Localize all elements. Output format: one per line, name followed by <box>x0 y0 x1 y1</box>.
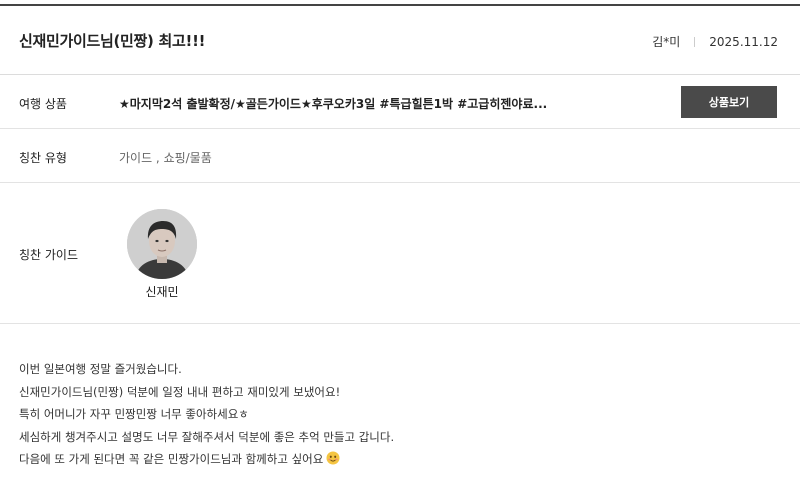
review-detail: 신재민가이드님(민짱) 최고!!! 김*미 2025.11.12 여행 상품 ★… <box>0 0 800 484</box>
review-date: 2025.11.12 <box>709 34 778 49</box>
view-product-button[interactable]: 상품보기 <box>681 86 777 118</box>
praise-type-value: 가이드 , 쇼핑/물품 <box>119 151 212 165</box>
body-line-4: 세심하게 챙겨주시고 설명도 너무 잘해주셔서 덕분에 좋은 추억 만들고 갑니… <box>19 429 395 444</box>
body-line-5-wrap: 다음에 또 가게 된다면 꼭 같은 민짱가이드님과 함께하고 싶어요 <box>19 448 394 473</box>
guide-label: 칭찬 가이드 <box>19 248 79 262</box>
praise-type-label: 칭찬 유형 <box>19 151 67 165</box>
product-row: 여행 상품 ★마지막2석 출발확정/★골든가이드★후쿠오카3일 #특급힐튼1박 … <box>0 75 800 129</box>
review-title: 신재민가이드님(민짱) 최고!!! <box>19 32 206 50</box>
guide-avatar <box>127 209 197 279</box>
product-name: ★마지막2석 출발확정/★골든가이드★후쿠오카3일 #특급힐튼1박 #고급히젠야… <box>119 97 548 111</box>
praise-type-row: 칭찬 유형 가이드 , 쇼핑/물품 <box>0 129 800 183</box>
product-label: 여행 상품 <box>19 97 67 111</box>
guide-name: 신재민 <box>145 285 179 299</box>
review-header: 신재민가이드님(민짱) 최고!!! 김*미 2025.11.12 <box>0 6 800 75</box>
body-line-2: 신재민가이드님(민짱) 덕분에 일정 내내 편하고 재미있게 보냈어요! <box>19 384 341 399</box>
review-body: 이번 일본여행 정말 즐거웠습니다. 신재민가이드님(민짱) 덕분에 일정 내내… <box>19 358 394 473</box>
guide-row: 칭찬 가이드 신재민 <box>0 183 800 324</box>
author-name: 김*미 <box>652 35 681 49</box>
body-line-3: 특히 어머니가 자꾸 민짱민짱 너무 좋아하세요ㅎ <box>19 407 249 421</box>
body-line-5: 다음에 또 가게 된다면 꼭 같은 민짱가이드님과 함께하고 싶어요 <box>19 452 324 466</box>
guide-portrait-icon <box>127 209 197 279</box>
meta-divider <box>694 36 696 47</box>
review-meta: 김*미 2025.11.12 <box>652 33 778 50</box>
smiling-face-emoji-icon <box>326 450 340 473</box>
body-line-1: 이번 일본여행 정말 즐거웠습니다. <box>19 362 182 376</box>
